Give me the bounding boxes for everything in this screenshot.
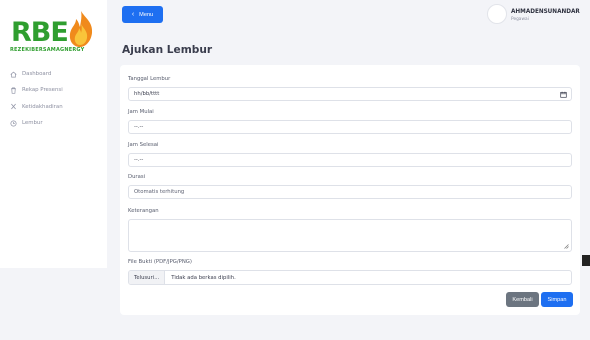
sidebar-item-label: Ketidakhadiran	[22, 103, 63, 110]
sidebar-item-label: Lembur	[22, 120, 43, 127]
durasi-field[interactable]: Otomatis terhitung	[128, 185, 572, 199]
tanggal-lembur-value: hh/bb/tttt	[134, 91, 160, 97]
simpan-button[interactable]: Simpan	[541, 292, 573, 307]
sidebar-item-rekap-presensi[interactable]: Rekap Presensi	[10, 82, 63, 98]
browse-button[interactable]: Telusuri...	[129, 271, 166, 284]
sidebar-item-label: Dashboard	[22, 71, 52, 78]
flame-icon	[69, 11, 93, 47]
avatar[interactable]	[487, 4, 507, 24]
resize-grip-icon[interactable]	[564, 244, 569, 249]
page-title: Ajukan Lembur	[122, 44, 213, 56]
sidebar-item-dashboard[interactable]: Dashboard	[10, 66, 63, 82]
home-icon	[10, 71, 17, 78]
menu-button[interactable]: ‹ Menu	[122, 6, 163, 23]
keterangan-textarea[interactable]	[128, 219, 572, 252]
user-role: Pegawai	[511, 17, 529, 22]
jam-mulai-label: Jam Mulai	[128, 109, 154, 115]
logo-tagline: REZEKIBERSAMAGNERGY	[10, 47, 85, 53]
tanggal-lembur-label: Tanggal Lembur	[128, 76, 171, 82]
jam-mulai-input[interactable]: --.--	[128, 120, 572, 134]
chevron-left-icon: ‹	[131, 11, 135, 18]
file-status: Tidak ada berkas dipilih.	[171, 274, 236, 281]
jam-selesai-value: --.--	[134, 157, 144, 163]
kembali-button[interactable]: Kembali	[506, 292, 539, 307]
user-name: AHMADENSUNANDAR	[511, 9, 580, 15]
sidebar-item-lembur[interactable]: Lembur	[10, 115, 63, 131]
overtime-form-card: Tanggal Lembur hh/bb/tttt Jam Mulai --.-…	[120, 65, 580, 315]
durasi-label: Durasi	[128, 174, 146, 180]
scroll-edge-marker	[582, 255, 590, 266]
jam-selesai-input[interactable]: --.--	[128, 153, 572, 167]
file-bukti-input[interactable]: Telusuri... Tidak ada berkas dipilih.	[128, 270, 572, 285]
x-icon	[10, 103, 17, 110]
sidebar: RBE REZEKIBERSAMAGNERGY Dashboard Rekap …	[0, 0, 107, 268]
jam-selesai-label: Jam Selesai	[128, 142, 159, 148]
sidebar-nav: Dashboard Rekap Presensi Ketidakhadiran …	[10, 66, 63, 131]
keterangan-label: Keterangan	[128, 208, 159, 214]
sidebar-item-label: Rekap Presensi	[22, 87, 63, 94]
calendar-icon[interactable]	[560, 91, 567, 98]
clock-icon	[10, 120, 17, 127]
menu-button-label: Menu	[139, 11, 154, 18]
durasi-placeholder: Otomatis terhitung	[134, 189, 185, 195]
brand-logo[interactable]: RBE REZEKIBERSAMAGNERGY	[9, 8, 101, 54]
trash-icon	[10, 87, 17, 94]
jam-mulai-value: --.--	[134, 124, 144, 130]
logo-text: RBE	[11, 17, 69, 48]
sidebar-item-ketidakhadiran[interactable]: Ketidakhadiran	[10, 99, 63, 115]
tanggal-lembur-input[interactable]: hh/bb/tttt	[128, 87, 572, 101]
file-bukti-label: File Bukti (PDF/JPG/PNG)	[128, 259, 192, 265]
